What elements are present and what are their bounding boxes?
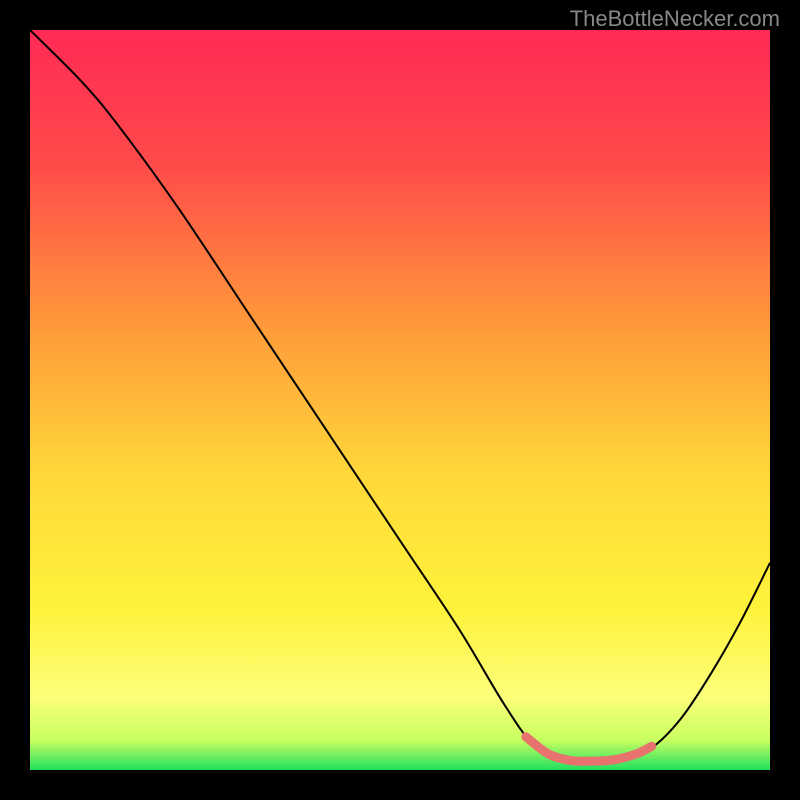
watermark-text: TheBottleNecker.com	[570, 6, 780, 32]
chart-container	[30, 30, 770, 770]
chart-plot	[30, 30, 770, 770]
chart-background	[30, 30, 770, 770]
